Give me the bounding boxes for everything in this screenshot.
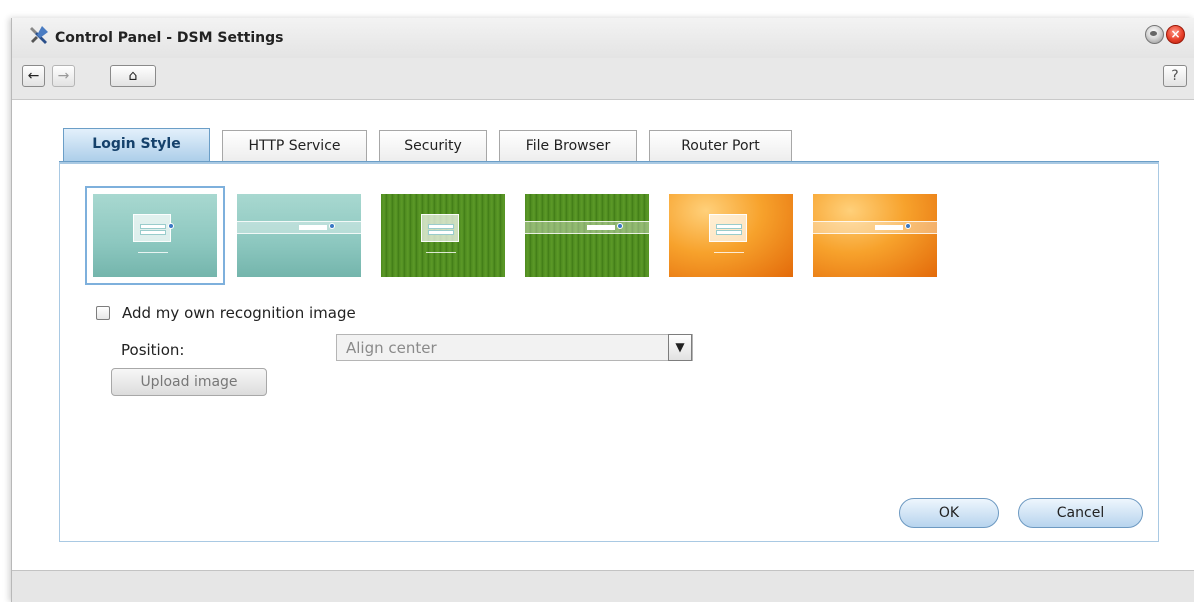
login-box-preview (709, 214, 747, 242)
chevron-down-icon[interactable]: ▼ (668, 334, 692, 361)
position-label: Position: (121, 341, 185, 359)
login-dot (168, 223, 174, 229)
title-bar[interactable]: Control Panel - DSM Settings × (12, 18, 1194, 58)
login-bar-preview (237, 221, 361, 234)
back-button[interactable]: ← (22, 65, 45, 87)
own-image-checkbox-label: Add my own recognition image (122, 304, 356, 322)
tab-login-style[interactable]: Login Style (63, 128, 210, 164)
toolbar: ← → ⌂ ? (12, 58, 1194, 100)
minimize-button[interactable] (1145, 25, 1164, 44)
cancel-button[interactable]: Cancel (1018, 498, 1143, 528)
settings-content: Login Style HTTP Service Security File B… (12, 101, 1194, 570)
tab-file-browser[interactable]: File Browser (499, 130, 637, 163)
own-image-checkbox[interactable] (96, 306, 110, 320)
login-theme-thumbnail[interactable] (381, 194, 505, 277)
footer-line (138, 252, 168, 253)
upload-image-button[interactable]: Upload image (111, 368, 267, 396)
login-theme-thumbnail[interactable] (669, 194, 793, 277)
login-theme-thumbnail[interactable] (85, 186, 225, 285)
status-bar (12, 570, 1194, 602)
position-select-value: Align center (346, 339, 437, 357)
login-box-preview (421, 214, 459, 242)
position-select[interactable]: Align center ▼ (336, 334, 693, 361)
tab-http-service[interactable]: HTTP Service (222, 130, 367, 163)
tab-security[interactable]: Security (379, 130, 487, 163)
footer-line (426, 252, 456, 253)
tab-router-port[interactable]: Router Port (649, 130, 792, 163)
login-bar-preview (813, 221, 937, 234)
control-panel-icon (30, 26, 48, 44)
login-dot (329, 223, 335, 229)
home-button[interactable]: ⌂ (110, 65, 156, 87)
forward-button[interactable]: → (52, 65, 75, 87)
footer-line (714, 252, 744, 253)
close-button[interactable]: × (1166, 25, 1185, 44)
login-theme-thumbnail[interactable] (525, 194, 649, 277)
login-dot (617, 223, 623, 229)
login-box-preview (133, 214, 171, 242)
login-bar-preview (525, 221, 649, 234)
help-button[interactable]: ? (1163, 65, 1187, 87)
ok-button[interactable]: OK (899, 498, 999, 528)
login-theme-thumbnail[interactable] (813, 194, 937, 277)
control-panel-window: Control Panel - DSM Settings × ← → ⌂ ? L… (11, 18, 1194, 602)
login-dot (905, 223, 911, 229)
login-theme-thumbnail[interactable] (237, 194, 361, 277)
window-title: Control Panel - DSM Settings (55, 30, 284, 46)
